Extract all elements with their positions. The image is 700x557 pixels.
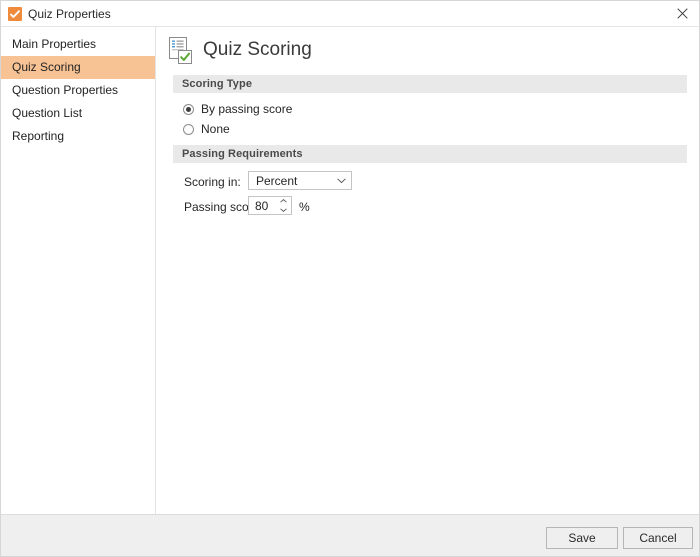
sidebar-item-label: Main Properties [12, 37, 97, 51]
sidebar-item-question-list[interactable]: Question List [1, 102, 155, 125]
passing-score-value: 80 [255, 198, 269, 213]
sidebar-item-question-properties[interactable]: Question Properties [1, 79, 155, 102]
sidebar-item-main-properties[interactable]: Main Properties [1, 33, 155, 56]
radio-none[interactable]: None [183, 122, 230, 136]
stepper-up-icon[interactable] [276, 197, 291, 206]
window-title: Quiz Properties [28, 7, 111, 21]
sidebar-item-reporting[interactable]: Reporting [1, 125, 155, 148]
sidebar-item-label: Question Properties [12, 83, 119, 97]
cancel-button[interactable]: Cancel [623, 527, 693, 549]
section-header-label: Passing Requirements [182, 148, 303, 160]
sidebar-item-label: Quiz Scoring [12, 60, 81, 74]
chevron-down-icon [331, 177, 351, 184]
stepper-down-icon[interactable] [276, 206, 291, 215]
page-title: Quiz Scoring [203, 39, 312, 60]
close-icon[interactable] [663, 1, 699, 26]
radio-by-passing-score[interactable]: By passing score [183, 102, 292, 116]
section-header-label: Scoring Type [182, 78, 253, 90]
title-bar: Quiz Properties [1, 1, 699, 27]
dialog-footer: Save Cancel [1, 514, 699, 556]
document-check-icon [169, 36, 195, 64]
scoring-in-value: Percent [256, 173, 298, 188]
content-pane: Quiz Scoring Scoring Type By passing sco… [157, 27, 699, 514]
radio-button-icon [183, 123, 194, 135]
section-header-scoring-type: Scoring Type [173, 75, 687, 93]
sidebar-item-quiz-scoring[interactable]: Quiz Scoring [1, 56, 155, 79]
quiz-app-icon [8, 7, 22, 21]
scoring-in-select[interactable]: Percent [248, 171, 352, 190]
scoring-in-label: Scoring in: [184, 175, 241, 189]
sidebar-item-label: Reporting [12, 129, 65, 143]
page-header: Quiz Scoring [169, 33, 312, 67]
sidebar-item-label: Question List [12, 106, 83, 120]
sidebar-nav: Main Properties Quiz Scoring Question Pr… [1, 27, 156, 514]
radio-label: By passing score [201, 102, 293, 116]
passing-score-stepper[interactable]: 80 [248, 196, 292, 215]
quiz-properties-dialog: Quiz Properties Main Properties Quiz Sco… [0, 0, 700, 557]
save-button[interactable]: Save [546, 527, 618, 549]
section-header-passing-requirements: Passing Requirements [173, 145, 687, 163]
radio-button-icon [183, 103, 194, 115]
radio-label: None [201, 122, 230, 136]
passing-score-unit: % [299, 200, 310, 214]
stepper-buttons [276, 197, 291, 214]
